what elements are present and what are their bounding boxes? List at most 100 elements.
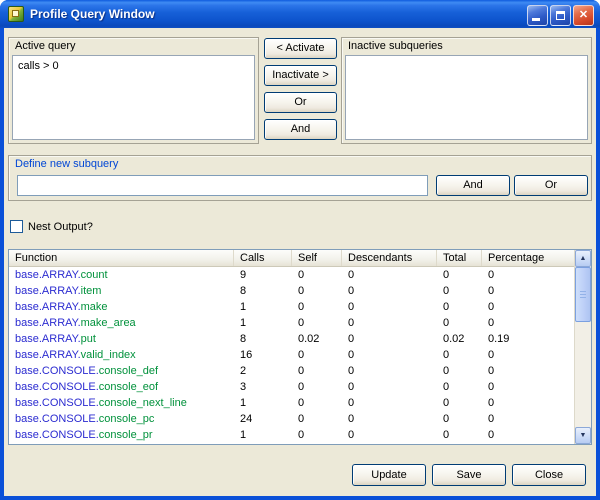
column-header-self[interactable]: Self (292, 250, 342, 266)
column-header-calls[interactable]: Calls (234, 250, 292, 266)
column-header-total[interactable]: Total (437, 250, 482, 266)
class-path-text: base.ARRAY. (15, 333, 81, 345)
descendants-cell: 0 (342, 315, 437, 331)
calls-cell: 1 (234, 427, 292, 443)
nest-output-row: Nest Output? (10, 220, 93, 233)
vertical-scrollbar[interactable]: ▲ ▼ (574, 250, 591, 444)
table-row[interactable]: base.ARRAY.make_area 1 0 0 0 0 (9, 315, 574, 331)
column-header-descendants[interactable]: Descendants (342, 250, 437, 266)
self-cell: 0 (292, 411, 342, 427)
and-transfer-button[interactable]: And (264, 119, 337, 140)
window-controls: ✕ (527, 5, 594, 26)
total-cell: 0 (437, 283, 482, 299)
percentage-cell: 0 (482, 315, 574, 331)
class-path-text: base.ARRAY. (15, 269, 81, 281)
class-path-text: base.ARRAY. (15, 301, 81, 313)
active-query-group: Active query calls > 0 (8, 37, 259, 144)
and-button[interactable]: And (436, 175, 510, 196)
class-path-text: base.ARRAY. (15, 285, 81, 297)
scroll-thumb[interactable] (575, 267, 591, 322)
total-cell: 0.02 (437, 331, 482, 347)
class-path-text: base.ARRAY. (15, 349, 81, 361)
calls-cell: 16 (234, 347, 292, 363)
column-header-percentage[interactable]: Percentage (482, 250, 574, 266)
define-subquery-label: Define new subquery (15, 158, 118, 170)
feature-name-text: console_next_line (99, 397, 187, 409)
activate-button[interactable]: < Activate (264, 38, 337, 59)
table-row[interactable]: base.ARRAY.make 1 0 0 0 0 (9, 299, 574, 315)
query-item[interactable]: calls > 0 (18, 59, 249, 73)
scroll-up-button[interactable]: ▲ (575, 250, 591, 267)
function-cell: base.CONSOLE.console_eof (9, 379, 234, 395)
active-query-list[interactable]: calls > 0 (12, 55, 255, 140)
descendants-cell: 0 (342, 395, 437, 411)
calls-cell: 2 (234, 363, 292, 379)
column-header-function[interactable]: Function (9, 250, 234, 266)
self-cell: 0 (292, 315, 342, 331)
table-row[interactable]: base.ARRAY.valid_index 16 0 0 0 0 (9, 347, 574, 363)
window-icon (8, 6, 24, 22)
table-row[interactable]: base.CONSOLE.console_eof 3 0 0 0 0 (9, 379, 574, 395)
self-cell: 0.02 (292, 331, 342, 347)
total-cell: 0 (437, 427, 482, 443)
function-cell: base.CONSOLE.console_def (9, 363, 234, 379)
titlebar[interactable]: Profile Query Window ✕ (0, 0, 600, 28)
percentage-cell: 0 (482, 411, 574, 427)
scroll-down-button[interactable]: ▼ (575, 427, 591, 444)
profile-query-window: Profile Query Window ✕ Active query call… (0, 0, 600, 500)
table-row[interactable]: base.CONSOLE.console_def 2 0 0 0 0 (9, 363, 574, 379)
total-cell: 0 (437, 411, 482, 427)
descendants-cell: 0 (342, 331, 437, 347)
class-path-text: base.CONSOLE. (15, 413, 99, 425)
percentage-cell: 0.19 (482, 331, 574, 347)
self-cell: 0 (292, 267, 342, 283)
descendants-cell: 0 (342, 363, 437, 379)
percentage-cell: 0 (482, 363, 574, 379)
total-cell: 0 (437, 379, 482, 395)
or-transfer-button[interactable]: Or (264, 92, 337, 113)
window-title: Profile Query Window (30, 0, 155, 28)
total-cell: 0 (437, 363, 482, 379)
close-button[interactable]: ✕ (573, 5, 594, 26)
self-cell: 0 (292, 347, 342, 363)
update-button[interactable]: Update (352, 464, 426, 486)
up-arrow-icon: ▲ (580, 255, 587, 262)
table-header: Function Calls Self Descendants Total Pe… (9, 250, 574, 267)
save-button[interactable]: Save (432, 464, 506, 486)
descendants-cell: 0 (342, 299, 437, 315)
self-cell: 0 (292, 395, 342, 411)
descendants-cell: 0 (342, 411, 437, 427)
function-cell: base.ARRAY.make (9, 299, 234, 315)
calls-cell: 8 (234, 331, 292, 347)
table-row[interactable]: base.CONSOLE.console_pc 24 0 0 0 0 (9, 411, 574, 427)
percentage-cell: 0 (482, 427, 574, 443)
inactivate-button[interactable]: Inactivate > (264, 65, 337, 86)
close-dialog-button[interactable]: Close (512, 464, 586, 486)
class-path-text: base.ARRAY. (15, 317, 81, 329)
table-row[interactable]: base.CONSOLE.console_pr 1 0 0 0 0 (9, 427, 574, 443)
function-cell: base.CONSOLE.console_pr (9, 427, 234, 443)
total-cell: 0 (437, 315, 482, 331)
down-arrow-icon: ▼ (580, 432, 587, 439)
function-cell: base.CONSOLE.console_next_line (9, 395, 234, 411)
descendants-cell: 0 (342, 267, 437, 283)
nest-output-label[interactable]: Nest Output? (28, 221, 93, 233)
or-button[interactable]: Or (514, 175, 588, 196)
inactive-subqueries-list[interactable] (345, 55, 588, 140)
table-row[interactable]: base.ARRAY.count 9 0 0 0 0 (9, 267, 574, 283)
self-cell: 0 (292, 283, 342, 299)
table-row[interactable]: base.ARRAY.put 8 0.02 0 0.02 0.19 (9, 331, 574, 347)
subquery-input[interactable] (17, 175, 428, 196)
descendants-cell: 0 (342, 347, 437, 363)
percentage-cell: 0 (482, 267, 574, 283)
minimize-button[interactable] (527, 5, 548, 26)
maximize-button[interactable] (550, 5, 571, 26)
function-cell: base.ARRAY.item (9, 283, 234, 299)
total-cell: 0 (437, 267, 482, 283)
feature-name-text: console_eof (99, 381, 158, 393)
self-cell: 0 (292, 379, 342, 395)
descendants-cell: 0 (342, 283, 437, 299)
table-row[interactable]: base.CONSOLE.console_next_line 1 0 0 0 0 (9, 395, 574, 411)
table-row[interactable]: base.ARRAY.item 8 0 0 0 0 (9, 283, 574, 299)
nest-output-checkbox[interactable] (10, 220, 23, 233)
